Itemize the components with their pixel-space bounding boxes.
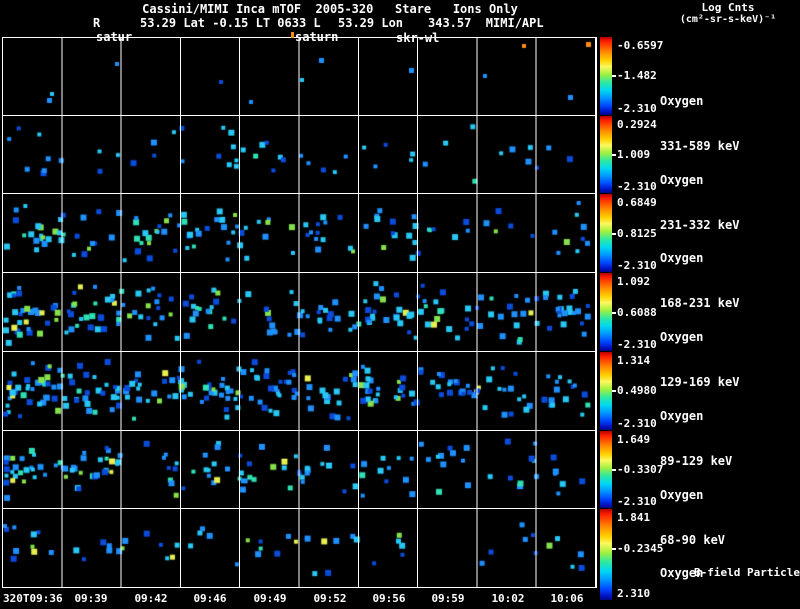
time-tick-label: 09:56 — [372, 592, 406, 605]
colorbar-tick-mid: -1.482 — [617, 69, 657, 83]
species-label: Oxygen — [660, 330, 704, 345]
colorbar-tick-bottom: -2.310 — [617, 495, 657, 509]
time-tick-label: 10:06 — [550, 592, 584, 605]
spectrogram-panel — [2, 115, 597, 195]
panel-grid-lines — [3, 430, 596, 509]
time-tick-label: 09:46 — [193, 592, 227, 605]
event-marker-saturn: saturn — [295, 30, 339, 44]
colorbar-tick-mid: -0.2345 — [617, 541, 664, 555]
ephemeris-credit: 343.57 MIMI/APL — [428, 16, 544, 30]
colorbar — [600, 194, 612, 273]
chart-title: Cassini/MIMI Inca mTOF 2005-320 Stare Io… — [142, 2, 518, 16]
colorbar — [600, 351, 612, 430]
colorbar-tick-bottom: -2.310 — [617, 259, 657, 273]
colorbar-tick-top: 1.092 — [617, 275, 651, 289]
panel-row-168-231: 0.6849 0.8125 -2.310 Oxygen 168-231 keV — [0, 194, 800, 310]
colorbar-tick-top: 1.841 — [617, 511, 651, 525]
event-marker-tick — [291, 32, 294, 38]
radius-label: R — [93, 16, 101, 30]
colorbar-mid-tick — [612, 547, 616, 550]
time-tick-label: 09:49 — [253, 592, 287, 605]
colorbar-tick-bottom: -2.310 — [617, 337, 657, 351]
colorbar-mid-tick — [612, 232, 616, 235]
colorbar-tick-mid: 0.4980 — [617, 384, 657, 398]
panel-row-129-169: 1.092 0.6088 -2.310 Oxygen 129-169 keV — [0, 273, 800, 389]
colorbar-legend: Log Cnts (cm²-sr-s-keV)⁻¹ — [656, 2, 800, 26]
colorbar-tick-top: 1.314 — [617, 353, 651, 367]
colorbar-mid-tick — [612, 390, 616, 393]
colorbar-tick-top: 1.649 — [617, 432, 651, 446]
colorbar-tick-bottom: -2.310 — [617, 180, 657, 194]
colorbar — [600, 37, 612, 115]
panel-grid-lines — [3, 273, 596, 351]
colorbar-tick-bottom: -2.310 — [617, 416, 657, 430]
panel-grid-lines — [3, 509, 596, 588]
colorbar-tick-mid: 0.8125 — [617, 226, 657, 240]
colorbar-mid-tick — [612, 468, 616, 471]
panel-grid-lines — [3, 38, 596, 115]
colorbar — [600, 115, 612, 194]
colorbar-tick-mid: 0.6088 — [617, 305, 657, 319]
event-marker-saturn-left: satur — [96, 30, 133, 44]
colorbar-tick-top: 0.2924 — [617, 117, 657, 131]
bfield-flow-label: B-field Particle Flow — [694, 566, 800, 580]
time-tick-label: 09:59 — [431, 592, 465, 605]
colorbar-mid-tick — [612, 311, 616, 314]
panel-grid-lines — [3, 351, 596, 430]
time-tick-label: 09:42 — [134, 592, 168, 605]
colorbar — [600, 273, 612, 351]
panel-row-46-68: 1.841 -0.2345 2.310 Oxygen 46-68 keV B-f… — [0, 509, 800, 601]
panel-row-68-90: 1.649 -0.3307 -2.310 Oxygen 68-90 keV — [0, 430, 800, 547]
colorbar-tick-mid: 1.009 — [617, 148, 651, 162]
spectrogram-panel — [2, 273, 597, 352]
time-tick-label: 320T09:36 — [3, 592, 63, 605]
colorbar-legend-line1: Log Cnts — [701, 1, 755, 14]
time-tick-label: 09:39 — [74, 592, 108, 605]
time-axis: 320T09:36 09:39 09:42 09:46 09:49 09:52 … — [0, 592, 800, 608]
colorbar-tick-bottom: -2.310 — [617, 101, 657, 115]
colorbar-tick-top: -0.6597 — [617, 39, 664, 52]
species-label: Oxygen — [660, 408, 704, 423]
spectrogram-panel — [2, 430, 597, 510]
colorbar-tick-mid: -0.3307 — [617, 462, 664, 476]
spectrogram-panel — [2, 194, 597, 274]
panel-row-89-129: 1.314 0.4980 -2.310 Oxygen 89-129 keV — [0, 351, 800, 468]
spectrogram-panel — [2, 37, 597, 116]
species-label: Oxygen — [660, 94, 704, 108]
event-marker-skr: skr-wl — [396, 31, 440, 45]
panel-stack: -0.6597 -1.482 -2.310 Oxygen 331-589 keV… — [0, 37, 800, 601]
spectrogram-panel — [2, 509, 597, 589]
species-label: Oxygen — [660, 251, 704, 266]
colorbar-mid-tick — [612, 75, 616, 78]
ephemeris-lon: 53.29 Lon — [338, 16, 404, 30]
time-tick-label: 09:52 — [313, 592, 347, 605]
ephemeris-lat-lt: 53.29 Lat -0.15 LT 0633 L — [140, 16, 321, 30]
panel-grid-lines — [3, 115, 596, 194]
cassini-mimi-inca-display: Cassini/MIMI Inca mTOF 2005-320 Stare Io… — [0, 0, 800, 609]
colorbar-legend-line2: (cm²-sr-s-keV)⁻¹ — [679, 14, 777, 25]
species-label: Oxygen — [660, 487, 704, 502]
colorbar-tick-top: 0.6849 — [617, 196, 657, 210]
spectrogram-panel — [2, 351, 597, 431]
colorbar — [600, 430, 612, 509]
panel-row-231-332: 0.2924 1.009 -2.310 Oxygen 231-332 keV — [0, 115, 800, 232]
panel-row-331-589: -0.6597 -1.482 -2.310 Oxygen 331-589 keV — [0, 37, 800, 153]
species-label: Oxygen — [660, 172, 704, 187]
time-tick-label: 10:02 — [491, 592, 525, 605]
colorbar — [600, 509, 612, 601]
colorbar-mid-tick — [612, 154, 616, 157]
panel-grid-lines — [3, 194, 596, 273]
